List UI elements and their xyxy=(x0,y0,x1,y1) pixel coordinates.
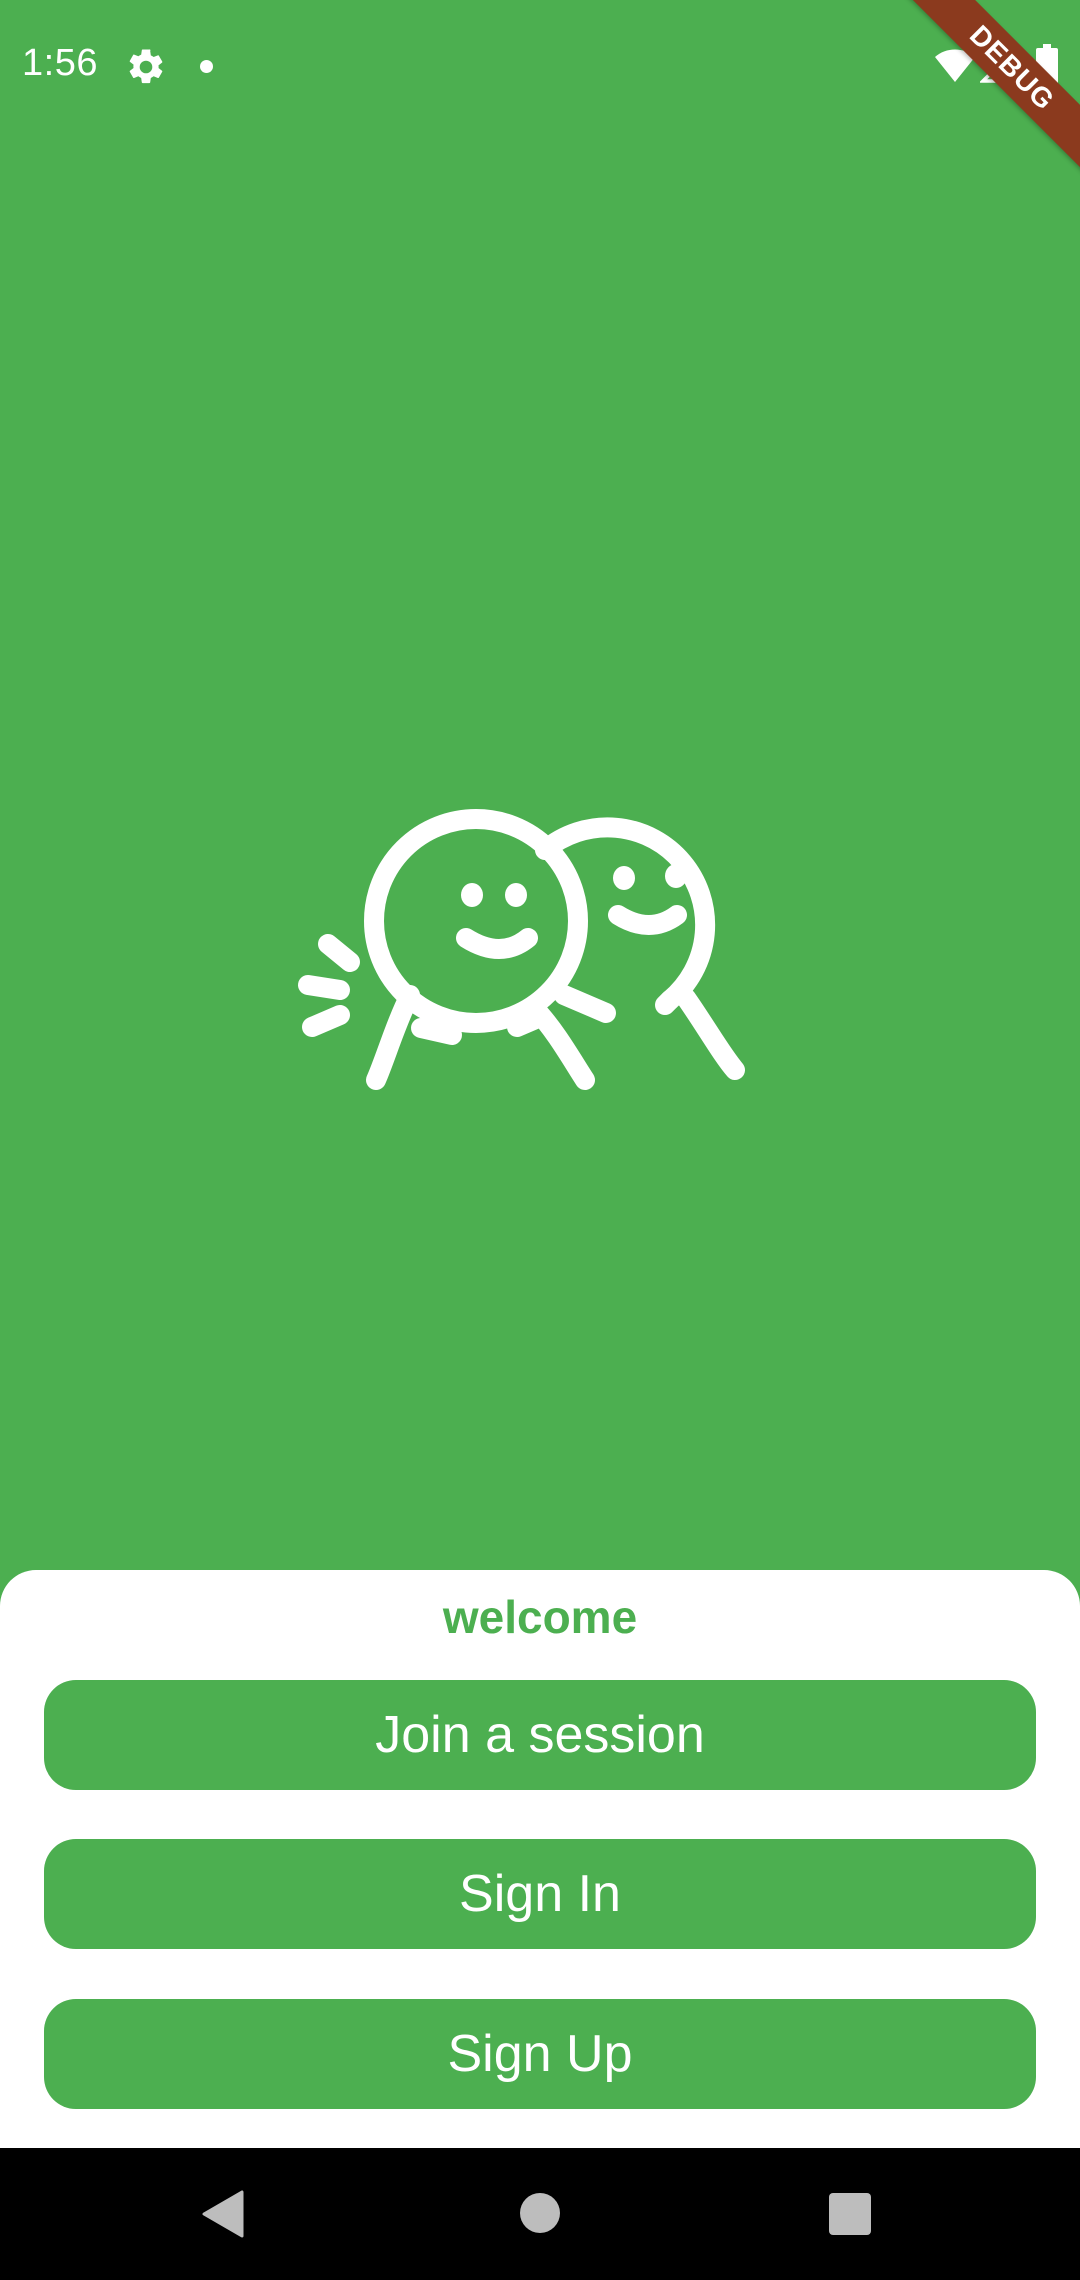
back-icon[interactable] xyxy=(200,2190,246,2238)
status-bar: 1:56 xyxy=(0,0,1080,135)
app-screen: 1:56 DEBUG welcome Join a session Sign I… xyxy=(0,0,1080,2280)
system-nav-bar xyxy=(0,2148,1080,2280)
welcome-sheet: welcome Join a session Sign In Sign Up xyxy=(0,1570,1080,2148)
sign-up-button[interactable]: Sign Up xyxy=(44,1999,1036,2109)
status-time: 1:56 xyxy=(22,42,98,84)
two-smiling-characters-icon xyxy=(298,809,745,1090)
notification-dot-icon xyxy=(200,60,213,73)
gear-icon xyxy=(129,49,163,84)
join-session-button[interactable]: Join a session xyxy=(44,1680,1036,1790)
home-icon[interactable] xyxy=(520,2193,560,2233)
recents-icon[interactable] xyxy=(829,2193,871,2235)
sign-in-button[interactable]: Sign In xyxy=(44,1839,1036,1949)
welcome-title: welcome xyxy=(442,1591,638,1643)
